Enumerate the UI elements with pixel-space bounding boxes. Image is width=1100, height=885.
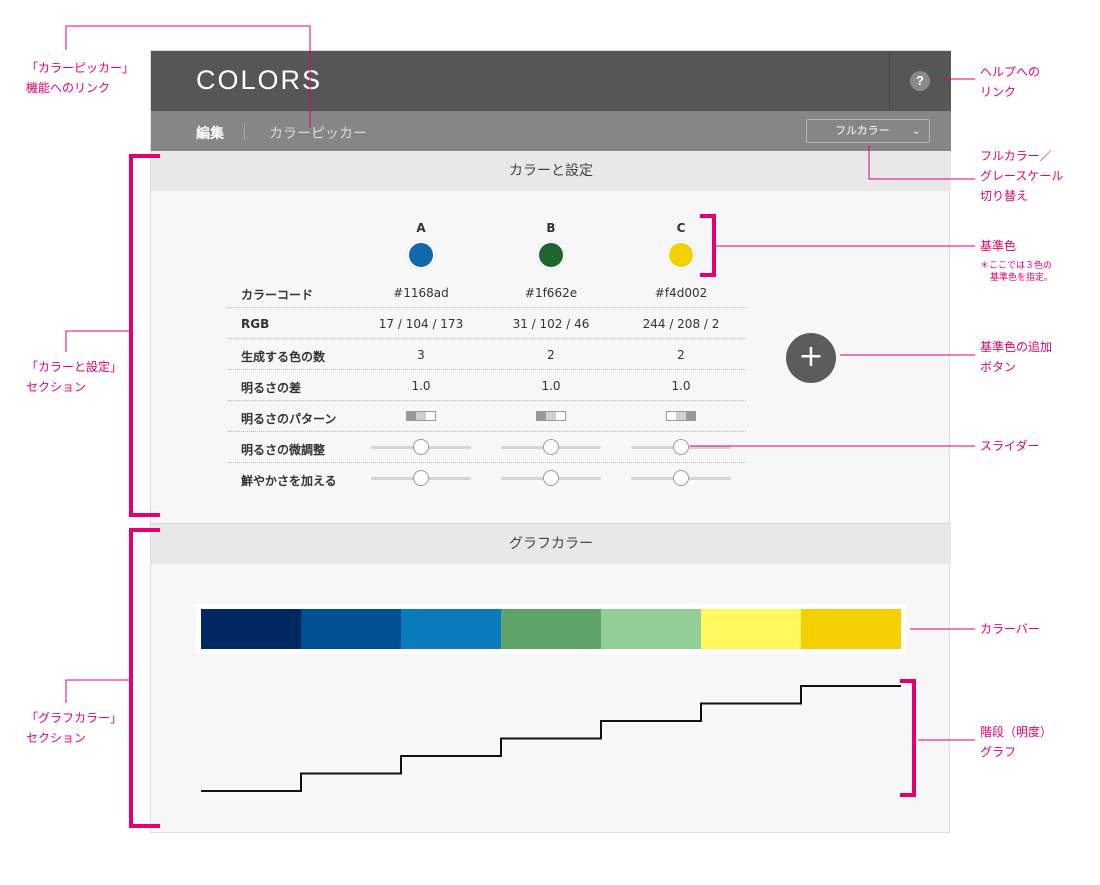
annotation-text: グラフ bbox=[980, 745, 1017, 759]
annotation-text: ヘルプへの bbox=[980, 65, 1041, 79]
annotation-settings-section: 「カラーと設定」 セクション bbox=[26, 357, 122, 397]
annotation-text: ボタン bbox=[980, 360, 1017, 374]
annotation-color-bar: カラーバー bbox=[980, 622, 1040, 636]
annotation-text: 機能へのリンク bbox=[26, 81, 111, 95]
annotation-text: フルカラー／ bbox=[980, 149, 1052, 163]
annotation-text: 「グラフカラー」 bbox=[26, 711, 123, 725]
annotation-lines bbox=[65, 25, 975, 828]
annotation-text: グレースケール bbox=[980, 169, 1064, 183]
annotation-text: リンク bbox=[980, 85, 1017, 99]
annotation-mode-switch: フルカラー／ グレースケール 切り替え bbox=[980, 146, 1063, 206]
annotation-add-base-color: 基準色の追加 ボタン bbox=[980, 337, 1052, 377]
annotation-base-color-note: ＊ここでは３色の 基準色を指定。 bbox=[980, 260, 1053, 284]
annotation-text: 基準色の追加 bbox=[980, 340, 1053, 354]
annotation-help-link: ヘルプへの リンク bbox=[980, 62, 1040, 102]
annotation-step-graph: 階段（明度） グラフ bbox=[980, 722, 1052, 762]
annotation-text: 基準色を指定。 bbox=[990, 273, 1054, 283]
annotation-text: 切り替え bbox=[980, 189, 1029, 203]
annotation-text: 「カラーと設定」 bbox=[26, 360, 123, 374]
annotation-text: 階段（明度） bbox=[980, 725, 1053, 739]
annotation-slider: スライダー bbox=[980, 439, 1040, 453]
annotation-base-color: 基準色 bbox=[980, 239, 1017, 253]
annotation-text: セクション bbox=[26, 380, 87, 394]
annotation-text: セクション bbox=[26, 731, 87, 745]
annotation-graph-section: 「グラフカラー」 セクション bbox=[26, 708, 122, 748]
annotation-color-picker-link: 「カラーピッカー」 機能へのリンク bbox=[26, 58, 134, 98]
annotation-text: 「カラーピッカー」 bbox=[26, 61, 135, 75]
annotation-text: ＊ここでは３色の bbox=[980, 261, 1053, 271]
